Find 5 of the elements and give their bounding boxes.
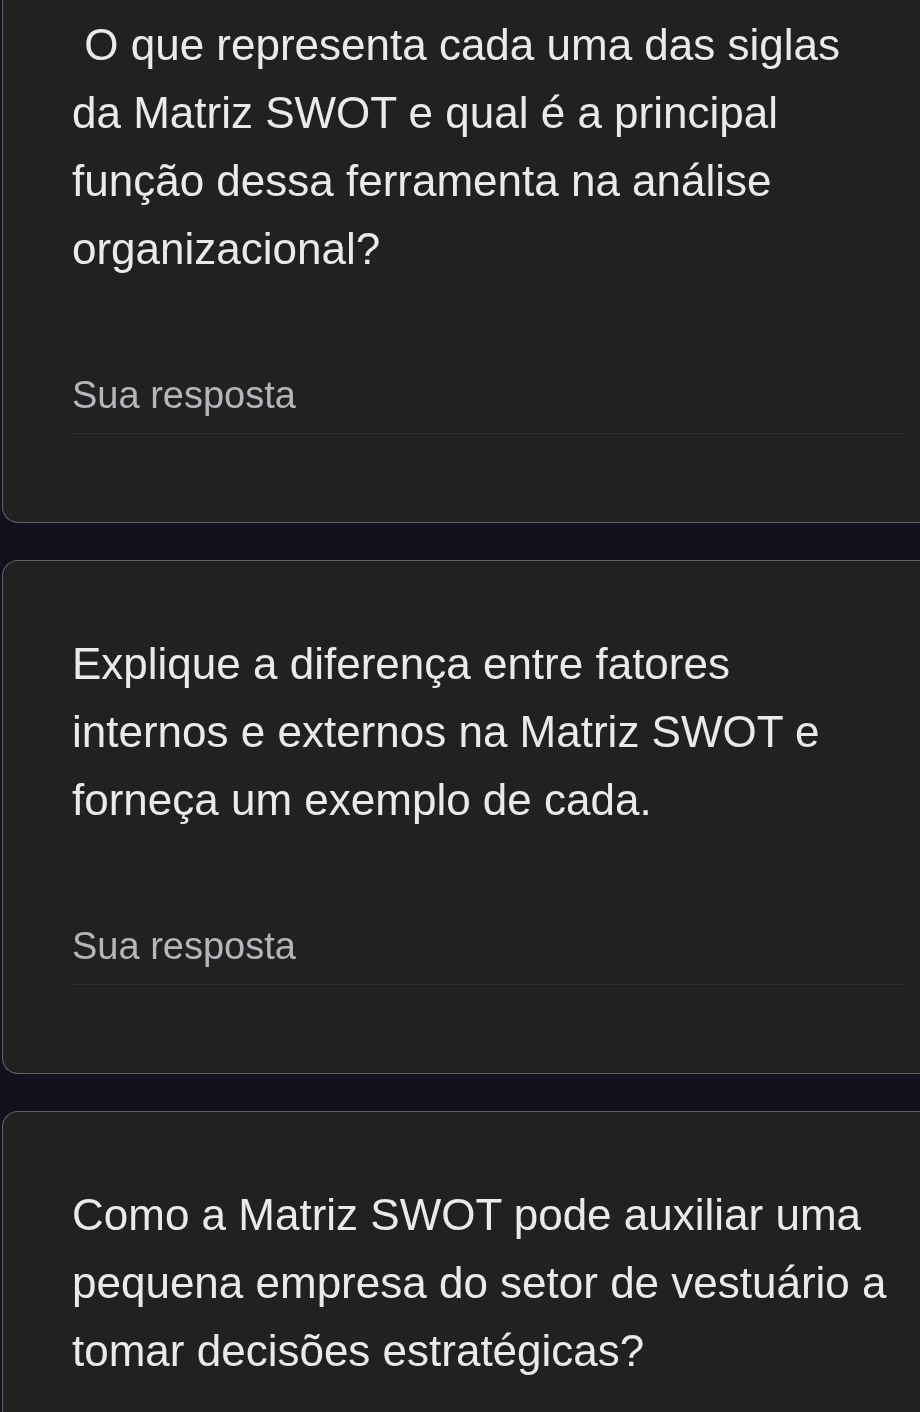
answer-field[interactable]: Sua resposta	[72, 922, 906, 985]
question-text: Explique a diferença entre fatores internos e externos na Matriz SWOT e forneça um exemplo de cada.	[72, 638, 821, 826]
question-text: Como a Matriz SWOT pode auxiliar uma pequena empresa do setor de vestuário a tomar decisões estratégicas?	[72, 1189, 888, 1377]
answer-field[interactable]: Sua resposta	[72, 371, 906, 434]
question-text: O que representa cada uma das siglas da Matriz SWOT e qual é a principal função dessa ferramenta na análise organizacional?	[72, 19, 841, 275]
